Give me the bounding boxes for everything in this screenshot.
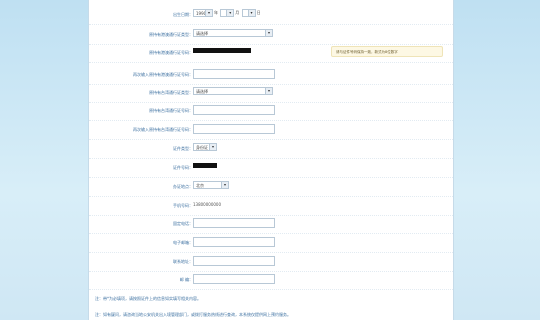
- address-row: 联系地址：: [89, 253, 453, 272]
- office-location-row: 办证地点： 北京 ▾: [89, 178, 453, 197]
- hk-permit-type-value: 请选择: [196, 31, 208, 36]
- birth-date-row: 出生日期： 1990 ▾ 年 ▾ 月 ▾ 日: [89, 6, 453, 25]
- chevron-down-icon: ▾: [265, 30, 272, 36]
- email-input[interactable]: [193, 237, 275, 247]
- chevron-down-icon: ▾: [247, 10, 255, 16]
- tw-permit-type-select[interactable]: 请选择 ▾: [193, 87, 273, 95]
- chevron-down-icon: ▾: [265, 88, 272, 94]
- office-location-label: 办证地点：: [173, 184, 193, 189]
- tw-permit-number-input[interactable]: [193, 105, 275, 115]
- redacted-value: [193, 47, 251, 53]
- landline-label: 固定电话：: [173, 221, 193, 226]
- postcode-row: 邮 编：: [89, 271, 453, 290]
- mobile-row: 手机号码： 13800000000: [89, 197, 453, 216]
- month-unit: 月: [235, 10, 240, 15]
- hk-permit-number-label: 原持有港澳通行证号码：: [149, 50, 193, 55]
- tw-permit-type-value: 请选择: [196, 89, 208, 94]
- tw-permit-number-confirm-input[interactable]: [193, 124, 275, 134]
- id-number-row: 证件号码：: [89, 159, 453, 178]
- hk-permit-type-select[interactable]: 请选择 ▾: [193, 29, 273, 37]
- hk-permit-number-confirm-label: 再次输入原持有港澳通行证号码：: [133, 72, 193, 77]
- hk-permit-number-confirm-row: 再次输入原持有港澳通行证号码：: [89, 66, 453, 85]
- form-panel: 出生日期： 1990 ▾ 年 ▾ 月 ▾ 日 原持有港澳通行证类型： 请选择 ▾…: [88, 0, 454, 320]
- postcode-label: 邮 编：: [179, 277, 193, 282]
- page-background-left: [0, 0, 90, 320]
- email-label: 电子邮箱：: [173, 240, 193, 245]
- chevron-down-icon: ▾: [226, 10, 234, 16]
- chevron-down-icon: ▾: [221, 182, 228, 188]
- hk-permit-number-confirm-input[interactable]: [193, 69, 275, 79]
- form-note-1: 注：带*为必填项，请按照证件上的信息如实填写相关内容。: [95, 296, 201, 301]
- birth-date-label: 出生日期：: [173, 12, 193, 17]
- id-type-label: 证件类型：: [173, 146, 193, 151]
- year-unit: 年: [214, 10, 218, 15]
- office-location-value: 北京: [196, 183, 204, 188]
- landline-row: 固定电话：: [89, 215, 453, 234]
- tw-permit-number-confirm-row: 再次输入原持有台湾通行证号码：: [89, 121, 453, 140]
- birth-year-select[interactable]: 1990 ▾: [193, 9, 213, 17]
- page-background-right: [450, 0, 540, 320]
- id-type-value: 身份证: [196, 145, 208, 150]
- address-input[interactable]: [193, 256, 275, 266]
- landline-input[interactable]: [193, 218, 275, 228]
- office-location-select[interactable]: 北京 ▾: [193, 181, 229, 189]
- day-unit: 日: [256, 10, 261, 15]
- tw-permit-type-label: 原持有台湾通行证类型：: [149, 90, 193, 95]
- form-note-2: 注：如有疑问，请咨询当地公安机关出入境管理部门，或拨打服务热线进行查询，本系统仅…: [95, 312, 291, 317]
- redacted-value: [193, 162, 217, 168]
- address-label: 联系地址：: [173, 259, 193, 264]
- id-type-select[interactable]: 身份证 ▾: [193, 143, 217, 151]
- hk-permit-number-row: 原持有港澳通行证号码： 请与证件号码保持一致，新式为8位数字: [89, 44, 453, 63]
- postcode-input[interactable]: [193, 274, 275, 284]
- email-row: 电子邮箱：: [89, 234, 453, 253]
- mobile-value: 13800000000: [193, 202, 221, 207]
- hint-tooltip: 请与证件号码保持一致，新式为8位数字: [331, 46, 443, 57]
- hk-permit-type-row: 原持有港澳通行证类型： 请选择 ▾: [89, 26, 453, 45]
- tw-permit-number-row: 原持有台湾通行证号码：: [89, 102, 453, 121]
- birth-month-select[interactable]: ▾: [220, 9, 235, 17]
- id-number-label: 证件号码：: [173, 165, 193, 170]
- hk-permit-type-label: 原持有港澳通行证类型：: [149, 32, 193, 37]
- chevron-down-icon: ▾: [205, 10, 212, 16]
- tw-permit-number-label: 原持有台湾通行证号码：: [149, 108, 193, 113]
- id-type-row: 证件类型： 身份证 ▾: [89, 140, 453, 159]
- tw-permit-type-row: 原持有台湾通行证类型： 请选择 ▾: [89, 84, 453, 103]
- mobile-label: 手机号码：: [173, 203, 193, 208]
- tw-permit-number-confirm-label: 再次输入原持有台湾通行证号码：: [133, 127, 193, 132]
- birth-day-select[interactable]: ▾: [241, 9, 256, 17]
- chevron-down-icon: ▾: [209, 144, 216, 150]
